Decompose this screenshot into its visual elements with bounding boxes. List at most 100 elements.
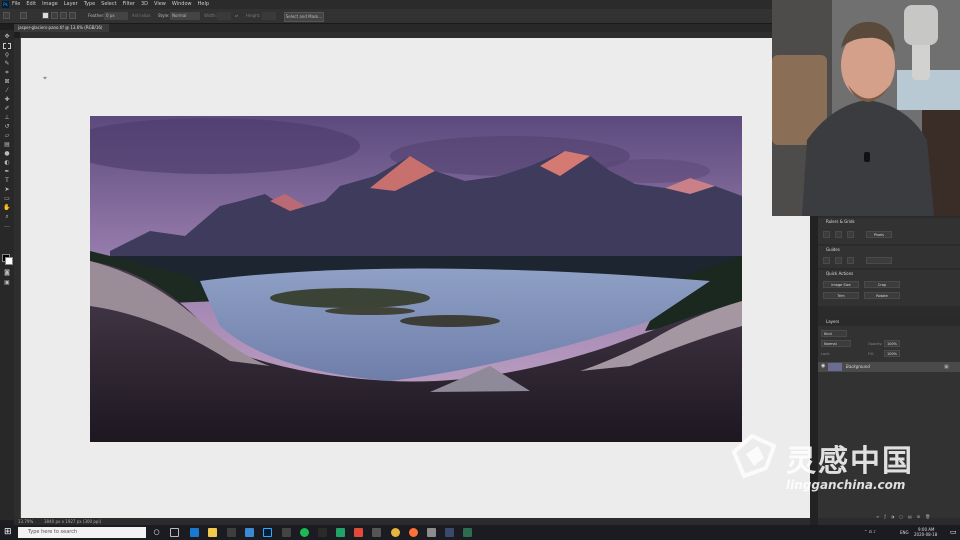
- visibility-eye-icon[interactable]: ◉: [821, 363, 825, 369]
- trim-button[interactable]: Trim: [823, 292, 859, 299]
- healing-brush-tool-icon[interactable]: ✚: [3, 97, 11, 103]
- clone-stamp-tool-icon[interactable]: ⊥: [3, 115, 11, 121]
- mail-icon[interactable]: [227, 528, 236, 537]
- hand-tool-icon[interactable]: ✋: [3, 205, 11, 211]
- frame-tool-icon[interactable]: ⊠: [3, 79, 11, 85]
- menu-type[interactable]: Type: [84, 0, 95, 9]
- grid-toggle-icon[interactable]: [835, 231, 842, 238]
- more-tools-icon[interactable]: …: [3, 223, 11, 229]
- history-brush-tool-icon[interactable]: ↺: [3, 124, 11, 130]
- notifications-icon[interactable]: ▭: [950, 528, 958, 537]
- move-tool-icon[interactable]: ✥: [3, 34, 11, 40]
- eraser-tool-icon[interactable]: ▱: [3, 133, 11, 139]
- eyedropper-tool-icon[interactable]: ⁄: [3, 88, 11, 94]
- pen-tool-icon[interactable]: ✒: [3, 169, 11, 175]
- app-icon-11[interactable]: [372, 528, 381, 537]
- path-selection-tool-icon[interactable]: ➤: [3, 187, 11, 193]
- document-image[interactable]: [90, 116, 742, 442]
- menu-3d[interactable]: 3D: [141, 0, 148, 9]
- windows-start-icon[interactable]: ⊞: [4, 528, 13, 537]
- app-icon-10[interactable]: [354, 528, 363, 537]
- ruler-toggle-icon[interactable]: [823, 231, 830, 238]
- photoshop-taskbar-icon[interactable]: [263, 528, 272, 537]
- opacity-input[interactable]: 100%: [884, 340, 900, 347]
- menu-view[interactable]: View: [154, 0, 166, 9]
- file-explorer-icon[interactable]: [208, 528, 217, 537]
- tray-icons[interactable]: ⌃ ⊡ ♪: [864, 529, 876, 534]
- gradient-tool-icon[interactable]: ▤: [3, 142, 11, 148]
- dodge-tool-icon[interactable]: ◐: [3, 160, 11, 166]
- lock-label: Lock:: [821, 352, 831, 356]
- layers-tab[interactable]: Layers: [818, 318, 960, 326]
- new-selection-icon[interactable]: [42, 12, 49, 19]
- brush-tool-icon[interactable]: ✐: [3, 106, 11, 112]
- language-indicator[interactable]: ENG: [900, 530, 909, 535]
- app-icon-6[interactable]: [282, 528, 291, 537]
- layer-row-background[interactable]: ◉ Background ▣: [818, 362, 960, 372]
- subtract-selection-icon[interactable]: [60, 12, 67, 19]
- document-tab[interactable]: jasper-glaciers-pano.tif @ 13.6% (RGB/16…: [14, 24, 109, 32]
- pixel-grid-toggle-icon[interactable]: [847, 231, 854, 238]
- quick-mask-icon[interactable]: ◙: [3, 270, 11, 276]
- app-icon-9[interactable]: [336, 528, 345, 537]
- guides-color-select[interactable]: [866, 257, 892, 264]
- taskbar-search-input[interactable]: Type here to search: [18, 527, 146, 538]
- layer-actions-bar[interactable]: ∞ƒ◑▢▤⊞🗑: [876, 514, 960, 520]
- crop-tool-icon[interactable]: ⌗: [3, 70, 11, 76]
- app-icon-15[interactable]: [445, 528, 454, 537]
- background-color-swatch[interactable]: [5, 257, 13, 265]
- menu-window[interactable]: Window: [172, 0, 192, 9]
- layer-kind-filter[interactable]: Kind: [821, 330, 847, 337]
- home-icon[interactable]: [3, 12, 10, 19]
- app-icon-16[interactable]: [463, 528, 472, 537]
- clock-date[interactable]: 2020-08-18: [914, 532, 937, 537]
- add-selection-icon[interactable]: [51, 12, 58, 19]
- quick-selection-tool-icon[interactable]: ✎: [3, 61, 11, 67]
- task-view-icon[interactable]: [170, 528, 179, 537]
- menu-layer[interactable]: Layer: [64, 0, 78, 9]
- document-info[interactable]: 3840 px x 1927 px (300 ppi): [44, 518, 101, 525]
- menu-help[interactable]: Help: [198, 0, 209, 9]
- intersect-selection-icon[interactable]: [69, 12, 76, 19]
- app-icon-8[interactable]: [318, 528, 327, 537]
- edge-icon[interactable]: [190, 528, 199, 537]
- type-tool-icon[interactable]: T: [3, 178, 11, 184]
- marquee-preset-icon[interactable]: [20, 12, 27, 19]
- blur-tool-icon[interactable]: ●: [3, 151, 11, 157]
- rotate-button[interactable]: Rotate: [864, 292, 900, 299]
- height-input[interactable]: [262, 12, 276, 20]
- menu-select[interactable]: Select: [101, 0, 116, 9]
- image-size-button[interactable]: Image Size: [823, 281, 859, 288]
- firefox-icon[interactable]: [409, 528, 418, 537]
- width-input[interactable]: [217, 12, 231, 20]
- layer-name[interactable]: Background: [846, 362, 870, 372]
- watermark-chinese-text: 灵感中国: [786, 444, 914, 479]
- menu-image[interactable]: Image: [42, 0, 58, 9]
- store-icon[interactable]: [245, 528, 254, 537]
- select-and-mask-button[interactable]: Select and Mask...: [284, 12, 324, 22]
- zoom-tool-icon[interactable]: ⌕: [3, 214, 11, 220]
- crop-button[interactable]: Crop: [864, 281, 900, 288]
- screen-mode-icon[interactable]: ▣: [3, 280, 11, 286]
- menu-file[interactable]: File: [12, 0, 20, 9]
- blend-mode-select[interactable]: Normal: [821, 340, 851, 347]
- cortana-icon[interactable]: ○: [152, 528, 161, 537]
- guides-clear-icon[interactable]: [847, 257, 854, 264]
- antialias-checkbox[interactable]: Anti-alias: [132, 12, 151, 20]
- zoom-level[interactable]: 13.79%: [18, 518, 33, 525]
- guides-toggle-icon[interactable]: [823, 257, 830, 264]
- ruler-units-select[interactable]: Pixels: [866, 231, 892, 238]
- style-select[interactable]: Normal: [170, 12, 200, 20]
- rectangular-marquee-tool-icon[interactable]: [3, 43, 11, 49]
- chrome-icon[interactable]: [391, 528, 400, 537]
- lasso-tool-icon[interactable]: ϙ: [3, 52, 11, 58]
- feather-input[interactable]: 0 px: [104, 12, 128, 20]
- app-icon-14[interactable]: [427, 528, 436, 537]
- swap-icon[interactable]: ⇄: [235, 12, 238, 20]
- fill-input[interactable]: 100%: [884, 350, 900, 357]
- rectangle-tool-icon[interactable]: ▭: [3, 196, 11, 202]
- guides-lock-icon[interactable]: [835, 257, 842, 264]
- menu-edit[interactable]: Edit: [26, 0, 36, 9]
- menu-filter[interactable]: Filter: [123, 0, 135, 9]
- spotify-icon[interactable]: [300, 528, 309, 537]
